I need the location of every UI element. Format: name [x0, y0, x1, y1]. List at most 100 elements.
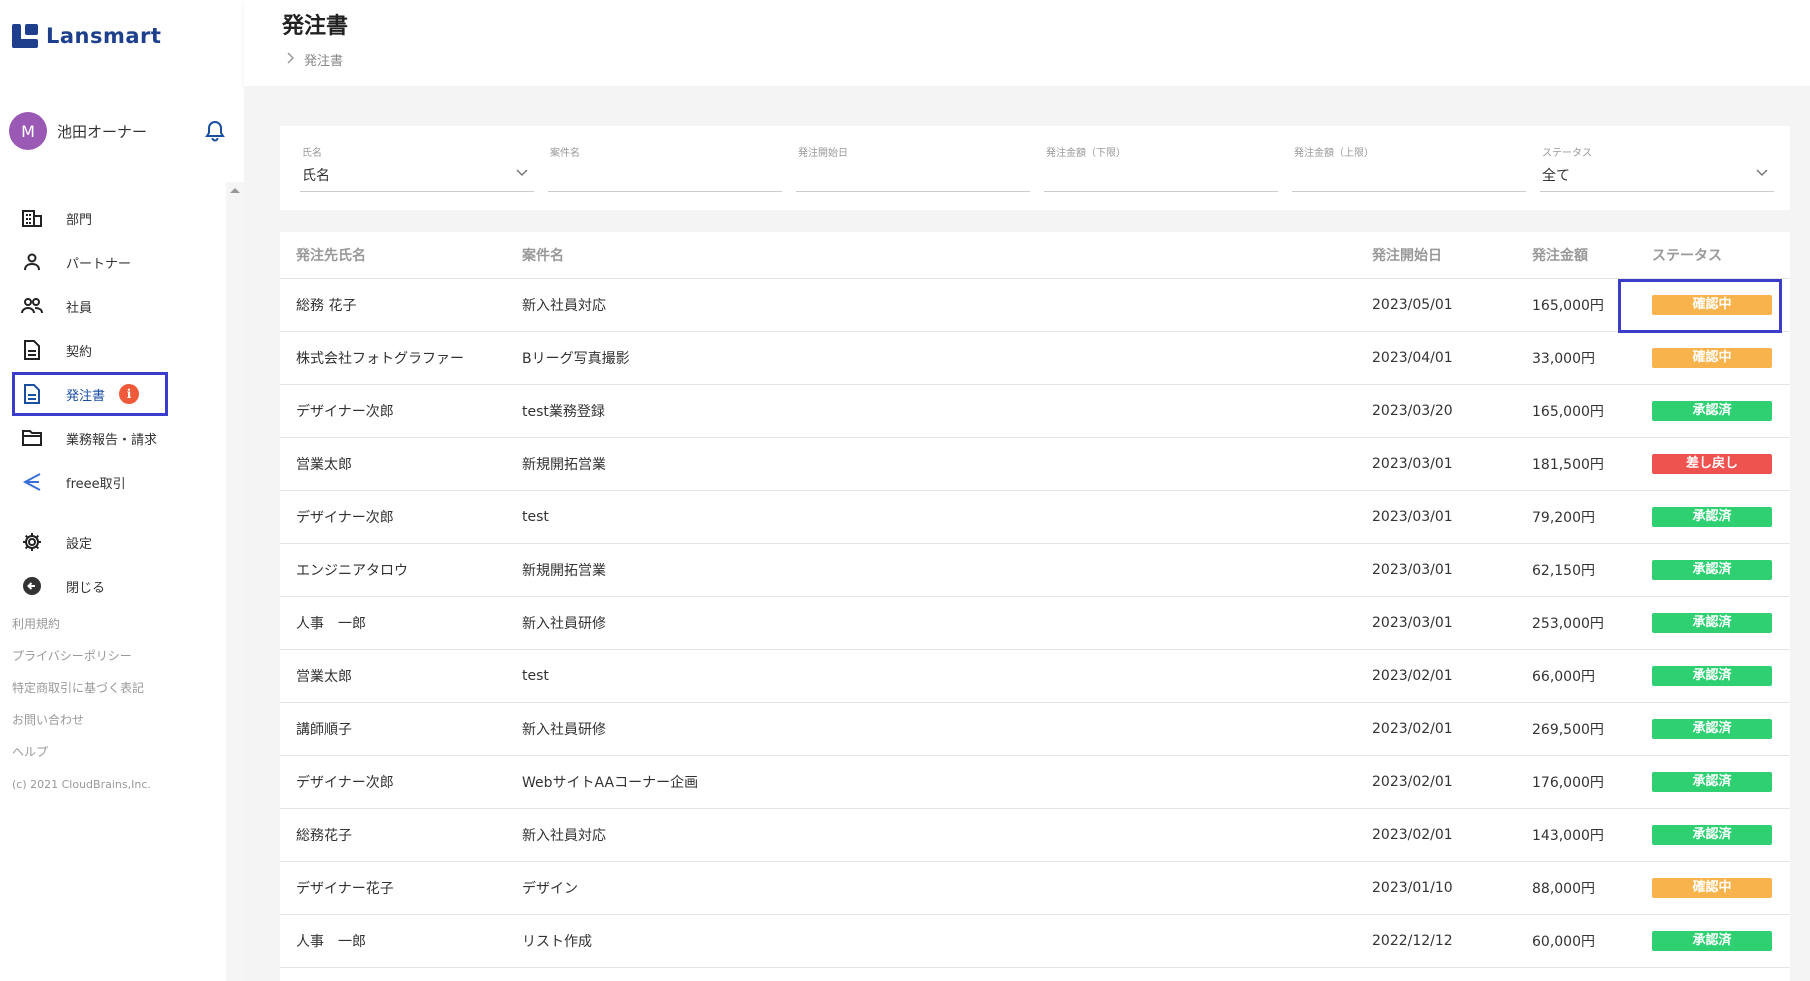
- table-row[interactable]: 総務花子 新入社員対応 2023/02/01 143,000円 承認済: [280, 808, 1790, 862]
- folder-icon: [20, 426, 44, 450]
- status-badge: 承認済: [1652, 612, 1772, 633]
- field-label: 発注開始日: [798, 148, 848, 159]
- project-name-cell: 新入社員対応: [506, 808, 1356, 862]
- column-header[interactable]: 案件名: [506, 232, 1356, 279]
- amount-cell: 88,000円: [1516, 861, 1636, 915]
- sidebar-item-freee[interactable]: freee取引: [0, 460, 226, 504]
- amount-cell: 62,150円: [1516, 543, 1636, 597]
- column-header[interactable]: 発注開始日: [1356, 232, 1516, 279]
- column-header[interactable]: 発注先氏名: [280, 232, 506, 279]
- status-select[interactable]: ステータス 全て: [1540, 144, 1774, 192]
- table-row[interactable]: 人事 一郎 リスト作成 2022/12/12 60,000円 承認済: [280, 914, 1790, 968]
- table-row[interactable]: 人事 一郎 新入社員研修 2023/03/01 253,000円 承認済: [280, 596, 1790, 650]
- start-date-cell: 2023/02/01: [1356, 755, 1516, 809]
- table-header-row: 発注先氏名 案件名 発注開始日 発注金額 ステータス: [280, 232, 1790, 279]
- amount-cell: 79,200円: [1516, 490, 1636, 544]
- sidebar-scrollbar[interactable]: [226, 182, 244, 981]
- table-row[interactable]: エンジニアタロウ 新規開拓営業 2023/03/01 62,150円 承認済: [280, 543, 1790, 597]
- sidebar-item-label: 設定: [66, 536, 93, 552]
- name-select[interactable]: 氏名 氏名: [300, 144, 534, 192]
- amount-cell: 181,500円: [1516, 437, 1636, 491]
- logo-icon: [12, 24, 38, 48]
- status-badge: 承認済: [1652, 665, 1772, 686]
- sidebar-item-reports[interactable]: 業務報告・請求: [0, 416, 226, 460]
- sidebar-item-departments[interactable]: 部門: [0, 196, 226, 240]
- amount-cell: 143,000円: [1516, 808, 1636, 862]
- contact-link[interactable]: お問い合わせ: [12, 712, 151, 744]
- gear-icon: [20, 530, 44, 554]
- privacy-link[interactable]: プライバシーポリシー: [12, 648, 151, 680]
- breadcrumb-item[interactable]: 発注書: [304, 50, 343, 69]
- app-logo[interactable]: Lansmart: [12, 24, 161, 48]
- footer-links: 利用規約 プライバシーポリシー 特定商取引に基づく表記 お問い合わせ ヘルプ (…: [12, 616, 151, 791]
- project-name-cell: test: [506, 490, 1356, 544]
- recipient-name-cell: 営業太郎: [280, 437, 506, 491]
- table-row[interactable]: 営業太郎 test 2023/02/01 66,000円 承認済: [280, 649, 1790, 703]
- chevron-right-icon: [286, 51, 295, 68]
- status-cell: 承認済: [1636, 914, 1790, 968]
- person-icon: [20, 250, 44, 274]
- info-badge-icon: i: [119, 384, 140, 404]
- start-date-cell: 2023/05/01: [1356, 278, 1516, 332]
- purchase-order-table: 発注先氏名 案件名 発注開始日 発注金額 ステータス 総務 花子 新入社員対応 20…: [280, 232, 1790, 981]
- table-row[interactable]: デザイナー次郎 test業務登録 2023/03/20 165,000円 承認済: [280, 384, 1790, 438]
- table-row[interactable]: 株式会社フォトグラファー Bリーグ写真撮影 2023/04/01 33,000円 確認中: [280, 331, 1790, 385]
- people-icon: [20, 294, 44, 318]
- table-row[interactable]: 総務 花子 新入社員対応 2023/05/01 165,000円 確認中: [280, 278, 1790, 333]
- field-label: 発注金額（下限）: [1046, 148, 1126, 159]
- breadcrumb: 発注書: [286, 50, 343, 69]
- project-input[interactable]: 案件名: [548, 144, 782, 192]
- sidebar-item-employees[interactable]: 社員: [0, 284, 226, 328]
- status-badge: 確認中: [1652, 347, 1772, 368]
- project-name-cell: 新入社員研修: [506, 596, 1356, 650]
- status-cell: 承認済: [1636, 490, 1790, 544]
- project-name-cell: WebサイトAAコーナー企画: [506, 755, 1356, 809]
- amount-max-input[interactable]: 発注金額（上限）: [1292, 144, 1526, 192]
- column-header[interactable]: ステータス: [1636, 232, 1790, 279]
- project-name-cell: 新入社員対応: [506, 278, 1356, 332]
- column-header[interactable]: 発注金額: [1516, 232, 1636, 279]
- field-label: 案件名: [550, 148, 580, 159]
- status-cell: 承認済: [1636, 755, 1790, 809]
- start-date-input[interactable]: 発注開始日: [796, 144, 1030, 192]
- commerce-law-link[interactable]: 特定商取引に基づく表記: [12, 680, 151, 712]
- amount-cell: 253,000円: [1516, 596, 1636, 650]
- sidebar-item-label: 閉じる: [66, 580, 106, 596]
- sidebar-item-settings[interactable]: 設定: [0, 520, 226, 564]
- sidebar-item-contracts[interactable]: 契約: [0, 328, 226, 372]
- help-link[interactable]: ヘルプ: [12, 744, 151, 776]
- amount-cell: 165,000円: [1516, 384, 1636, 438]
- terms-link[interactable]: 利用規約: [12, 616, 151, 648]
- table-row[interactable]: 講師順子 新入社員研修 2023/02/01 269,500円 承認済: [280, 702, 1790, 756]
- status-cell: 確認中: [1636, 331, 1790, 385]
- page-title: 発注書: [282, 14, 349, 39]
- avatar[interactable]: M: [9, 112, 47, 150]
- start-date-cell: 2023/03/01: [1356, 437, 1516, 491]
- table-row[interactable]: デザイナー花子 デザイン 2023/01/10 88,000円 確認中: [280, 861, 1790, 915]
- recipient-name-cell: 株式会社フォトグラファー: [280, 331, 506, 385]
- amount-cell: 176,000円: [1516, 755, 1636, 809]
- sidebar-item-purchase-orders[interactable]: 発注書 i: [12, 372, 168, 416]
- amount-cell: 33,000円: [1516, 331, 1636, 385]
- status-cell: 承認済: [1636, 649, 1790, 703]
- field-value: 氏名: [302, 168, 330, 184]
- start-date-cell: 2023/03/01: [1356, 543, 1516, 597]
- user-profile: M 池田オーナー: [9, 112, 225, 150]
- status-cell: 承認済: [1636, 543, 1790, 597]
- status-cell: 確認中: [1618, 278, 1790, 333]
- recipient-name-cell: 総務花子: [280, 808, 506, 862]
- recipient-name-cell: 人事 一郎: [280, 914, 506, 968]
- sidebar-item-close[interactable]: 閉じる: [0, 564, 226, 608]
- chevron-down-icon: [1756, 162, 1768, 181]
- status-cell: 確認中: [1636, 861, 1790, 915]
- bell-icon[interactable]: [205, 120, 225, 146]
- amount-min-input[interactable]: 発注金額（下限）: [1044, 144, 1278, 192]
- freee-icon: [20, 470, 44, 494]
- table-row[interactable]: 営業太郎 新規開拓営業 2023/03/01 181,500円 差し戻し: [280, 437, 1790, 491]
- main-content: 氏名 氏名 案件名 発注開始日 発注金額（下限） 発注金額（上限） ステータス …: [244, 86, 1810, 981]
- status-cell: 承認済: [1636, 384, 1790, 438]
- status-badge: 承認済: [1652, 718, 1772, 739]
- table-row[interactable]: デザイナー次郎 test 2023/03/01 79,200円 承認済: [280, 490, 1790, 544]
- table-row[interactable]: デザイナー次郎 WebサイトAAコーナー企画 2023/02/01 176,000円承…: [280, 755, 1790, 809]
- sidebar-item-partners[interactable]: パートナー: [0, 240, 226, 284]
